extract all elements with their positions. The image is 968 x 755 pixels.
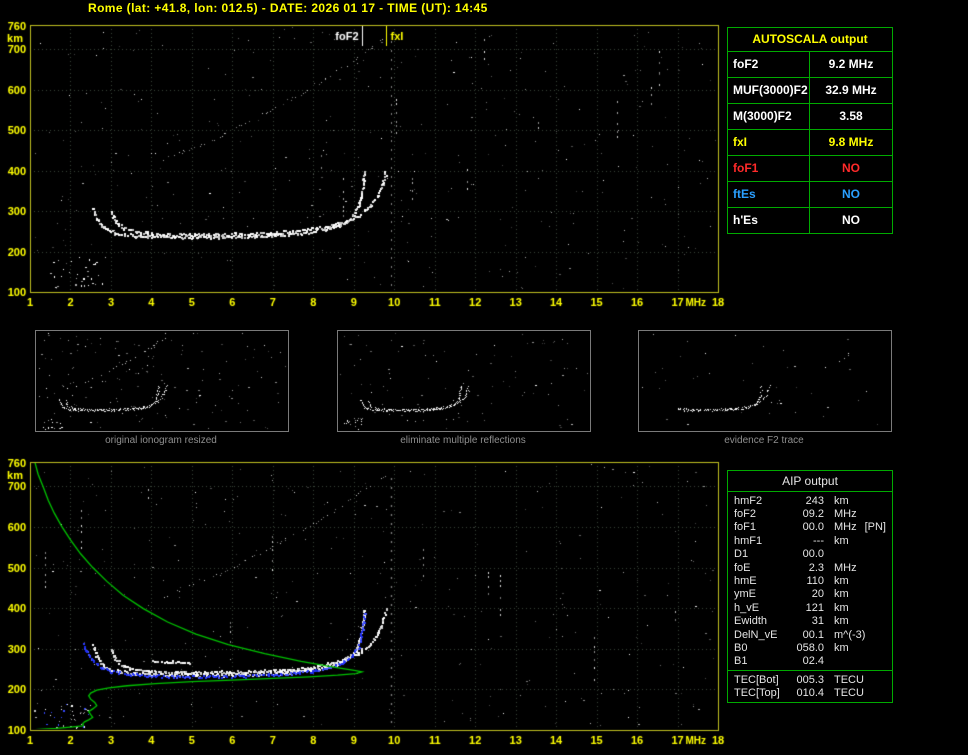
aip-row-label: hmF1 [734, 534, 763, 547]
autoscala-row-ftEs: ftEs NO [728, 182, 892, 208]
aip-row-unit: km [834, 494, 849, 507]
autoscala-row-value: NO [842, 187, 860, 201]
autoscala-row-fxI: fxI 9.8 MHz [728, 130, 892, 156]
aip-row-label: TEC[Top] [734, 687, 780, 700]
aip-row-unit: TECU [834, 673, 864, 686]
aip-table-rows: hmF2 243 km foF2 09.2 MHz foF1 00.0 MHz [PN] hmF1 -… [728, 492, 892, 670]
aip-row-value: 243 [805, 494, 824, 507]
aip-row-unit: km [834, 641, 849, 654]
aip-table-title: AIP output [728, 471, 892, 492]
aip-row-value: 058.0 [796, 641, 824, 654]
aip-row-unit: MHz [834, 508, 857, 521]
aip-row-hmE: hmE 110 km [728, 574, 892, 587]
autoscala-row-value: 9.8 MHz [828, 135, 874, 149]
autoscala-row-label: ftEs [728, 182, 810, 207]
autoscala-output-table: AUTOSCALA output foF2 9.2 MHz MUF(3000)F2 3… [727, 27, 893, 234]
aip-row-TEC[Top]: TEC[Top] 010.4 TECU [728, 686, 892, 699]
autoscala-table-rows: foF2 9.2 MHz MUF(3000)F2 32.9 MHz M(3000)F2 3… [728, 52, 892, 233]
aip-row-label: DelN_vE [734, 628, 778, 641]
aip-row-value: 00.0 [802, 548, 824, 561]
aip-row-suffix: [PN] [864, 521, 886, 534]
aip-row-value: 110 [806, 575, 824, 588]
aip-row-unit: MHz [834, 561, 857, 574]
aip-table-tec-rows: TEC[Bot] 005.3 TECU TEC[Top] 010.4 TECU [728, 670, 892, 702]
autoscala-row-value: NO [842, 161, 860, 175]
thumbnail-caption-original: original ionogram resized [105, 435, 217, 446]
aip-row-ymE: ymE 20 km [728, 588, 892, 601]
autoscala-row-label: fxI [728, 130, 810, 155]
aip-row-value: 02.4 [802, 655, 824, 668]
aip-row-foF1: foF1 00.0 MHz [PN] [728, 521, 892, 534]
thumbnail-caption-eliminate: eliminate multiple reflections [400, 435, 526, 446]
aip-row-label: ymE [734, 588, 756, 601]
aip-row-hmF2: hmF2 243 km [728, 494, 892, 507]
aip-row-B1: B1 02.4 [728, 655, 892, 668]
autoscala-table-title: AUTOSCALA output [728, 28, 892, 52]
aip-row-value: 00.1 [802, 628, 824, 641]
aip-row-B0: B0 058.0 km [728, 641, 892, 654]
aip-row-unit: m^(-3) [834, 628, 866, 641]
aip-row-label: foE [734, 561, 751, 574]
aip-row-value: 121 [805, 601, 824, 614]
aip-row-label: B1 [734, 655, 748, 668]
bottom-ionogram-canvas [0, 455, 728, 755]
autoscala-row-foF2: foF2 9.2 MHz [728, 52, 892, 78]
aip-row-foE: foE 2.3 MHz [728, 561, 892, 574]
aip-row-value: 09.2 [802, 508, 824, 521]
aip-row-label: hmF2 [734, 494, 763, 507]
autoscala-window: Rome (lat: +41.8, lon: 012.5) - DATE: 20… [0, 0, 968, 755]
aip-row-unit: km [834, 588, 849, 601]
autoscala-row-value: 32.9 MHz [825, 83, 877, 97]
aip-row-unit: km [834, 615, 849, 628]
autoscala-row-label: foF1 [728, 156, 810, 181]
aip-row-value: 005.3 [796, 673, 824, 686]
autoscala-row-label: h'Es [728, 208, 810, 233]
aip-row-label: h_vE [734, 601, 760, 614]
aip-row-value: --- [813, 534, 824, 547]
aip-row-label: B0 [734, 641, 748, 654]
aip-row-unit: TECU [834, 687, 864, 700]
aip-row-unit: km [834, 601, 849, 614]
aip-row-value: 00.0 [802, 521, 824, 534]
thumbnail-eliminate-reflections [337, 330, 591, 432]
aip-row-value: 010.4 [796, 687, 824, 700]
thumbnail-evidence-f2-trace [638, 330, 892, 432]
aip-row-D1: D1 00.0 [728, 548, 892, 561]
aip-row-label: foF2 [734, 508, 757, 521]
aip-row-label: D1 [734, 548, 749, 561]
aip-row-label: TEC[Bot] [734, 673, 779, 686]
aip-row-label: Ewidth [734, 615, 768, 628]
autoscala-row-value: NO [842, 213, 860, 227]
autoscala-row-label: M(3000)F2 [728, 104, 810, 129]
aip-row-unit: MHz [834, 521, 857, 534]
thumbnail-caption-evidence: evidence F2 trace [724, 435, 804, 446]
thumbnail-original-ionogram [35, 330, 289, 432]
aip-row-value: 20 [811, 588, 824, 601]
aip-row-label: hmE [734, 575, 757, 588]
autoscala-row-MUF(3000)F2: MUF(3000)F2 32.9 MHz [728, 78, 892, 104]
top-ionogram-canvas [0, 18, 728, 318]
aip-row-hmF1: hmF1 --- km [728, 534, 892, 547]
aip-row-DelN_vE: DelN_vE 00.1 m^(-3) [728, 628, 892, 641]
aip-row-h_vE: h_vE 121 km [728, 601, 892, 614]
autoscala-row-label: MUF(3000)F2 [728, 78, 810, 103]
aip-row-label: foF1 [734, 521, 757, 534]
autoscala-row-h'Es: h'Es NO [728, 208, 892, 233]
header-title: Rome (lat: +41.8, lon: 012.5) - DATE: 20… [88, 1, 488, 15]
aip-row-Ewidth: Ewidth 31 km [728, 615, 892, 628]
aip-row-unit: km [834, 534, 849, 547]
autoscala-row-value: 9.2 MHz [828, 57, 874, 71]
autoscala-row-value: 3.58 [839, 109, 863, 123]
autoscala-row-label: foF2 [728, 52, 810, 77]
aip-row-value: 2.3 [808, 561, 824, 574]
aip-row-unit: km [834, 575, 849, 588]
autoscala-row-foF1: foF1 NO [728, 156, 892, 182]
aip-row-foF2: foF2 09.2 MHz [728, 507, 892, 520]
autoscala-row-M(3000)F2: M(3000)F2 3.58 [728, 104, 892, 130]
aip-row-TEC[Bot]: TEC[Bot] 005.3 TECU [728, 673, 892, 686]
aip-output-table: AIP output hmF2 243 km foF2 09.2 MHz foF1 00.0 M… [727, 470, 893, 703]
aip-row-value: 31 [811, 615, 824, 628]
